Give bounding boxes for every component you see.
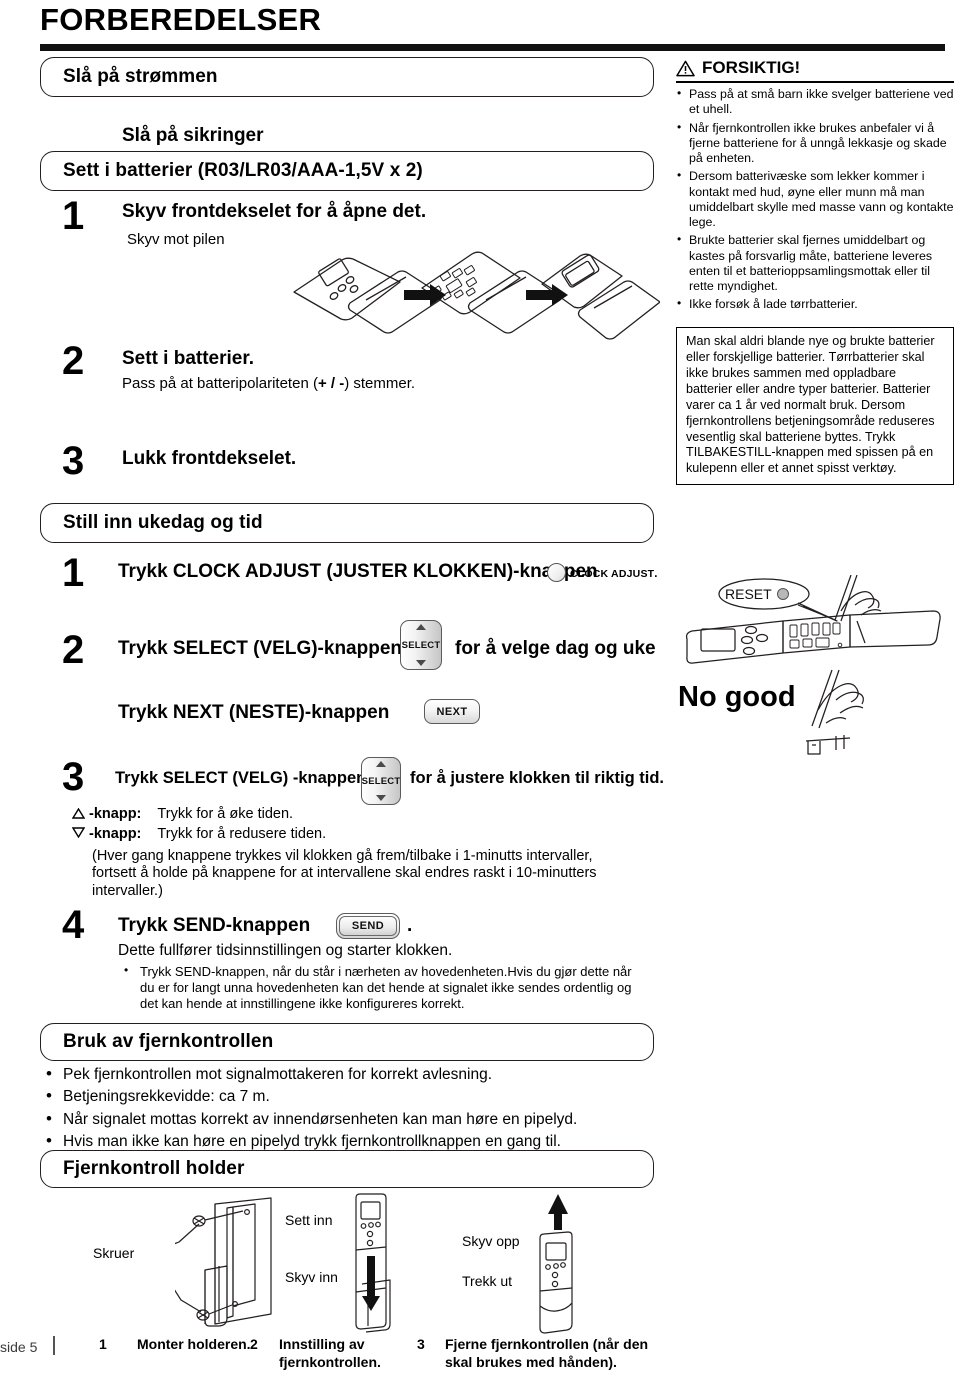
holder-caption-1-text: Monter holderen. xyxy=(137,1336,251,1352)
holder-diagram-2 xyxy=(348,1192,408,1334)
battery-step-3-number: 3 xyxy=(62,439,85,483)
send-button[interactable]: SEND xyxy=(336,913,400,939)
battery-note-box: Man skal aldri blande nye og brukte batt… xyxy=(676,327,954,486)
select-button-step3[interactable]: SELECT xyxy=(361,757,401,805)
triangle-up-icon xyxy=(416,624,426,630)
holder-caption-1-number: 1 xyxy=(99,1336,107,1352)
battery-step-3-title: Lukk frontdekselet. xyxy=(122,448,297,469)
section-power-on-label: Slå på strømmen xyxy=(63,66,218,87)
holder-caption-2-number: 2 xyxy=(250,1336,258,1352)
select-button[interactable]: SELECT xyxy=(400,620,442,670)
push-in-label: Skyv inn xyxy=(285,1269,338,1285)
holder-caption-3-number: 3 xyxy=(417,1336,425,1352)
clock-step-1-text: Trykk CLOCK ADJUST (JUSTER KLOKKEN)-knap… xyxy=(118,561,598,582)
select-button-step3-label: SELECT xyxy=(361,775,401,787)
decrease-time-label: -knapp: xyxy=(89,826,142,842)
section-power-on: Slå på strømmen xyxy=(40,57,654,97)
increase-time-label: -knapp: xyxy=(89,806,142,822)
battery-step-2-sub-pre: Pass på at batteripolariteten ( xyxy=(122,375,318,392)
section-batteries-label: Sett i batterier (R03/LR03/AAA-1,5V x 2) xyxy=(63,160,423,181)
clock-step-2-text-b: for å velge dag og uke xyxy=(455,638,656,659)
title-divider xyxy=(40,44,945,51)
section-batteries: Sett i batterier (R03/LR03/AAA-1,5V x 2) xyxy=(40,151,654,191)
clock-step-4-period: . xyxy=(407,915,413,936)
warning-triangle-icon xyxy=(676,60,695,77)
section-remote-holder-label: Fjernkontroll holder xyxy=(63,1158,245,1179)
clock-step-4-sub: Dette fullfører tidsinnstillingen og sta… xyxy=(118,942,453,959)
triangle-up-icon xyxy=(72,808,85,819)
caution-title-row: FORSIKTIG! xyxy=(676,58,954,81)
battery-polarity: + / - xyxy=(317,375,345,392)
list-item: Når signalet mottas korrekt av innendørs… xyxy=(42,1107,654,1132)
decrease-time-row: -knapp: Trykk for å redusere tiden. xyxy=(72,826,326,842)
clock-step-2-number: 2 xyxy=(62,628,85,672)
triangle-down-icon xyxy=(376,795,386,801)
select-button-label: SELECT xyxy=(401,639,441,651)
list-item: Betjeningsrekkevidde: ca 7 m. xyxy=(42,1084,654,1109)
increase-time-desc: Trykk for å øke tiden. xyxy=(157,806,294,822)
pull-out-label: Trekk ut xyxy=(462,1273,513,1289)
caution-block: FORSIKTIG! Pass på at små barn ikke svel… xyxy=(676,58,954,316)
section-set-clock: Still inn ukedag og tid xyxy=(40,503,654,543)
clock-step-1-number: 1 xyxy=(62,551,85,595)
decrease-time-desc: Trykk for å redusere tiden. xyxy=(157,826,327,842)
next-button[interactable]: NEXT xyxy=(424,699,480,724)
list-item: Pass på at små barn ikke svelger batteri… xyxy=(676,86,954,118)
list-item: Pek fjernkontrollen mot signalmottakeren… xyxy=(42,1062,654,1087)
battery-step-1-title: Skyv frontdekselet for å åpne det. xyxy=(122,201,427,222)
screws-label: Skruer xyxy=(93,1245,135,1261)
clock-step-4-bullet: Trykk SEND-knappen, når du står i nærhet… xyxy=(122,963,640,1012)
clock-step-4-text: Trykk SEND-knappen xyxy=(118,915,311,936)
clock-adjust-button-label: CLOCK ADJUST. xyxy=(570,568,658,580)
reset-callout-text: RESET xyxy=(725,586,772,602)
section-set-clock-label: Still inn ukedag og tid xyxy=(63,512,263,533)
remote-use-bullet-list: Pek fjernkontrollen mot signalmottakeren… xyxy=(42,1062,654,1155)
page-footer-rule xyxy=(53,1336,55,1355)
clock-step-3-text-a: Trykk SELECT (VELG) -knappene xyxy=(115,769,376,787)
battery-step-2-number: 2 xyxy=(62,339,85,383)
list-item: Ikke forsøk å lade tørrbatterier. xyxy=(676,296,954,312)
caution-list: Pass på at små barn ikke svelger batteri… xyxy=(676,86,954,313)
holder-caption-3-text: Fjerne fjernkontrollen (når den skal bru… xyxy=(445,1336,649,1370)
section-remote-use: Bruk av fjernkontrollen xyxy=(40,1023,654,1061)
clock-adjust-button[interactable] xyxy=(547,563,566,582)
slide-up-label: Skyv opp xyxy=(462,1233,520,1249)
battery-step-2-sub-post: ) stemmer. xyxy=(344,375,416,392)
no-good-illustration xyxy=(806,668,916,788)
clock-step-3-note: (Hver gang knappene trykkes vil klokken … xyxy=(92,848,597,899)
page-footer-label: side 5 xyxy=(0,1339,38,1355)
list-item: Når fjernkontrollen ikke brukes anbefale… xyxy=(676,120,954,167)
triangle-down-icon xyxy=(72,827,85,838)
holder-diagram-3 xyxy=(528,1194,588,1334)
battery-step-2-title: Sett i batterier. xyxy=(122,348,254,369)
battery-cover-illustration xyxy=(280,248,660,353)
battery-step-1-sub: Skyv mot pilen xyxy=(127,231,225,248)
clock-step-2-text-a: Trykk SELECT (VELG)-knappen xyxy=(118,638,402,659)
triangle-down-icon xyxy=(416,660,426,666)
clock-step-3-number: 3 xyxy=(62,755,85,799)
section-remote-holder: Fjernkontroll holder xyxy=(40,1150,654,1188)
insert-label: Sett inn xyxy=(285,1212,333,1228)
increase-time-row: -knapp: Trykk for å øke tiden. xyxy=(72,806,293,822)
send-button-label: SEND xyxy=(339,916,397,936)
battery-step-2-sub: Pass på at batteripolariteten (+ / -) st… xyxy=(122,375,415,392)
subsection-fuses: Slå på sikringer xyxy=(122,125,264,146)
battery-step-1-number: 1 xyxy=(62,194,85,238)
clock-step-4-number: 4 xyxy=(62,903,85,947)
page-title: FORBEREDELSER xyxy=(40,2,322,37)
caution-divider xyxy=(676,81,954,83)
section-remote-use-label: Bruk av fjernkontrollen xyxy=(63,1031,274,1052)
caution-title-label: FORSIKTIG! xyxy=(702,58,801,77)
list-item: Brukte batterier skal fjernes umiddelbar… xyxy=(676,232,954,294)
triangle-up-icon xyxy=(376,761,386,767)
clock-step-2b-text: Trykk NEXT (NESTE)-knappen xyxy=(118,702,390,723)
no-good-label: No good xyxy=(678,681,796,713)
list-item: Dersom batterivæske som lekker kommer i … xyxy=(676,168,954,230)
clock-step-3-text-b: for å justere klokken til riktig tid. xyxy=(410,769,664,787)
holder-caption-2-text: Innstilling av fjernkontrollen. xyxy=(279,1336,381,1370)
